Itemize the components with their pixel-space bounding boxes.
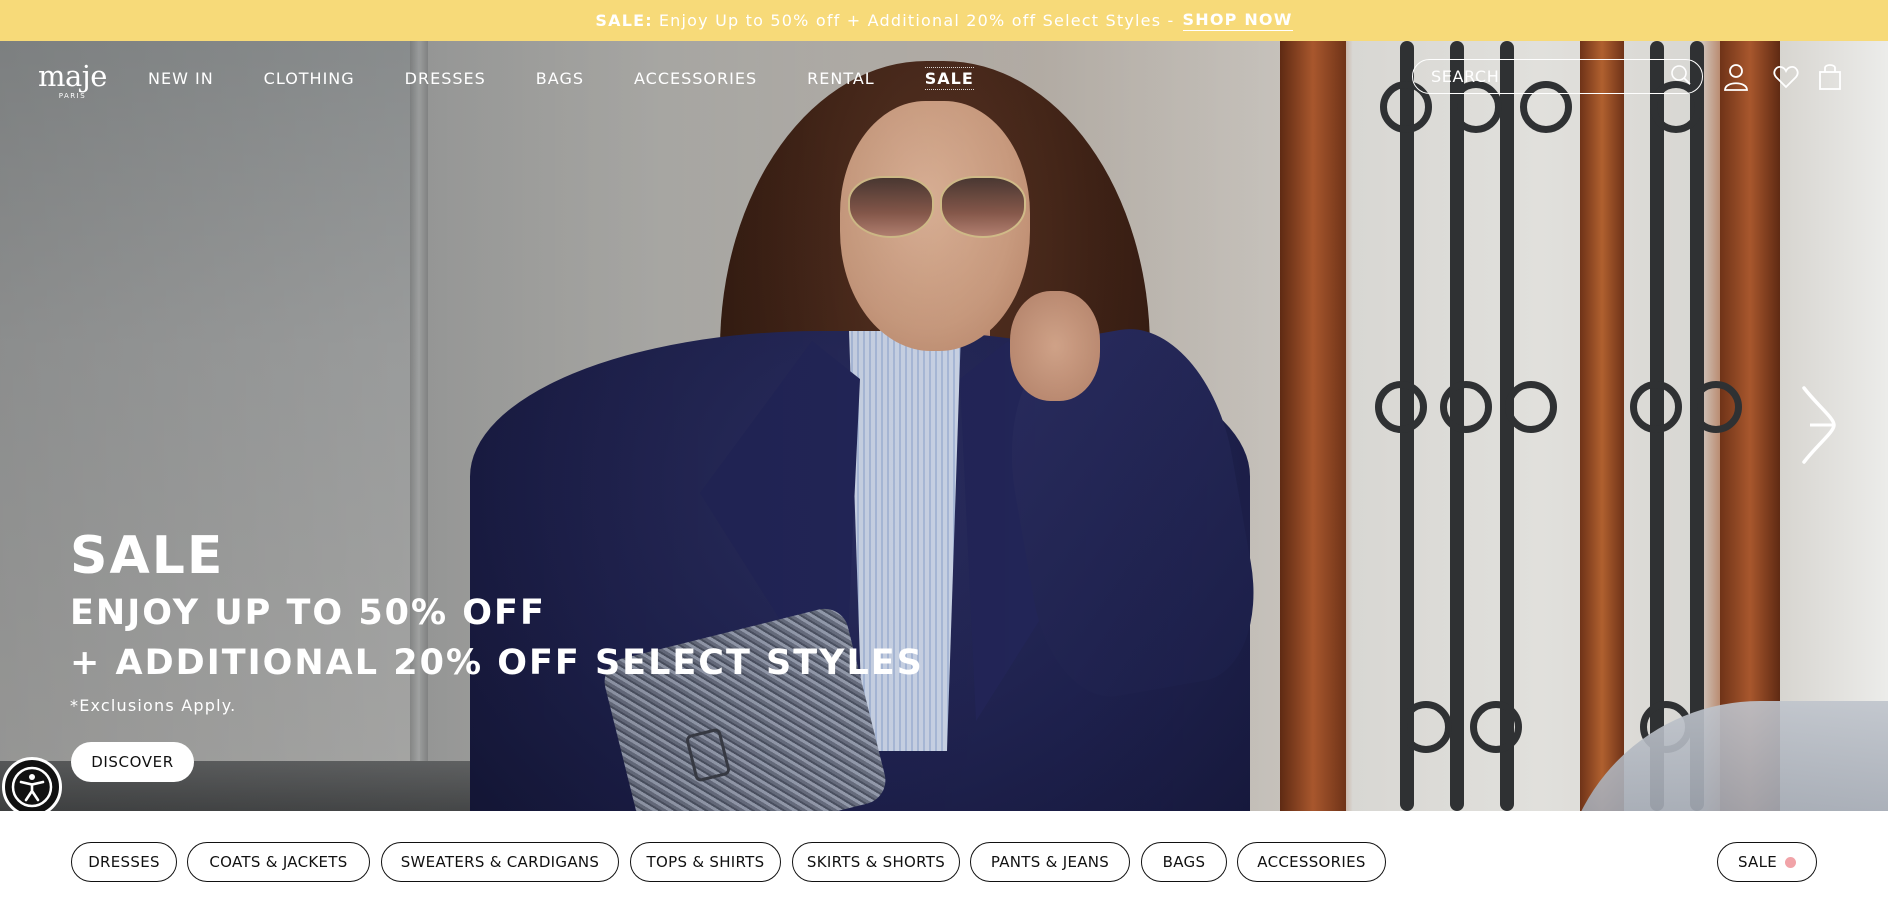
category-sale-label: SALE [1737, 853, 1778, 871]
nav-clothing[interactable]: CLOTHING [264, 69, 355, 90]
category-tops-shirts[interactable]: TOPS & SHIRTS [630, 842, 781, 882]
main-nav: NEW IN CLOTHING DRESSES BAGS ACCESSORIES… [148, 67, 1024, 90]
nav-sale[interactable]: SALE [924, 67, 974, 90]
promo-text: Enjoy Up to 50% off + Additional 20% off… [658, 11, 1175, 30]
account-icon[interactable] [1721, 62, 1751, 92]
category-bags[interactable]: BAGS [1141, 842, 1227, 882]
category-coats-jackets[interactable]: COATS & JACKETS [187, 842, 370, 882]
nav-bags[interactable]: BAGS [536, 69, 584, 90]
nav-accessories[interactable]: ACCESSORIES [634, 69, 757, 90]
hero-text-block: SALE ENJOY UP TO 50% OFF + ADDITIONAL 20… [70, 524, 924, 715]
shop-now-link[interactable]: SHOP NOW [1182, 10, 1293, 31]
hero-disclaimer: *Exclusions Apply. [70, 696, 237, 715]
search-input[interactable] [1431, 67, 1670, 86]
wishlist-heart-icon[interactable] [1771, 62, 1801, 92]
nav-dresses[interactable]: DRESSES [405, 69, 486, 90]
category-sale[interactable]: SALE [1717, 842, 1817, 882]
logo-wordmark: maje [38, 59, 107, 93]
hero-subtitle-line-2: + ADDITIONAL 20% OFF SELECT STYLES [70, 643, 924, 683]
logo-subtitle: PARIS [58, 92, 87, 100]
nav-new-in[interactable]: NEW IN [148, 69, 214, 90]
category-pants-jeans[interactable]: PANTS & JEANS [970, 842, 1130, 882]
search-box[interactable] [1412, 59, 1703, 94]
category-skirts-shorts[interactable]: SKIRTS & SHORTS [792, 842, 960, 882]
brand-logo[interactable]: maje PARIS [38, 59, 107, 101]
discover-button[interactable]: DISCOVER [71, 742, 194, 782]
search-icon[interactable] [1670, 64, 1692, 90]
shopping-bag-icon[interactable] [1815, 62, 1845, 92]
accessibility-icon[interactable] [2, 757, 62, 817]
hero-subtitle-line-1: ENJOY UP TO 50% OFF [70, 593, 546, 633]
category-pills: DRESSES COATS & JACKETS SWEATERS & CARDI… [0, 811, 1888, 904]
category-accessories[interactable]: ACCESSORIES [1237, 842, 1386, 882]
hero-title: SALE [70, 526, 225, 586]
category-dresses[interactable]: DRESSES [71, 842, 177, 882]
category-sweaters-cardigans[interactable]: SWEATERS & CARDIGANS [381, 842, 619, 882]
chevron-right-icon[interactable] [1800, 384, 1836, 470]
promo-label: SALE: [595, 11, 653, 30]
promo-banner: SALE: Enjoy Up to 50% off + Additional 2… [0, 0, 1888, 41]
sale-dot-icon [1785, 856, 1797, 868]
nav-rental[interactable]: RENTAL [807, 69, 875, 90]
